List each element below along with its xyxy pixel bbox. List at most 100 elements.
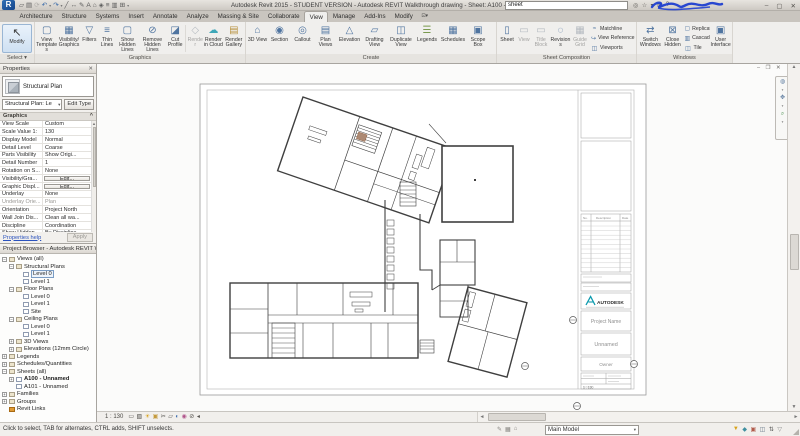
exclude-options-icon[interactable]: ▼ bbox=[733, 426, 739, 433]
revisions-button[interactable]: ◌ Revisions bbox=[550, 23, 571, 54]
show-hidden-lines-button[interactable]: ▢ Show Hidden Lines bbox=[116, 23, 139, 54]
prop-value[interactable]: Coarse bbox=[43, 144, 96, 151]
view-templates-button[interactable]: ▢ View Templates bbox=[36, 23, 57, 54]
detail-level-icon[interactable]: ▧ bbox=[137, 412, 143, 422]
expander-icon[interactable]: + bbox=[9, 339, 14, 345]
close-hidden-button[interactable]: ⊠ Close Hidden bbox=[663, 23, 683, 54]
tree-item-schedules[interactable]: + Schedules/Quantities bbox=[2, 361, 96, 369]
tab-view[interactable]: View bbox=[304, 11, 329, 22]
switch-windows-icon[interactable]: ⊞ bbox=[120, 1, 125, 10]
crop-region-icon[interactable]: ▱ bbox=[168, 412, 173, 422]
edit-type-button[interactable]: Edit Type bbox=[64, 99, 94, 110]
aligned-dimension-icon[interactable]: ↔ bbox=[70, 1, 77, 10]
render-in-cloud-button[interactable]: ☁ Render in Cloud bbox=[203, 23, 223, 54]
tab-manage[interactable]: Manage bbox=[328, 11, 359, 22]
restore-icon[interactable]: ▢ bbox=[776, 2, 782, 10]
chevron-down-icon[interactable]: ▾ bbox=[782, 87, 784, 94]
expander-icon[interactable]: − bbox=[9, 264, 14, 270]
sheet-name-text[interactable]: Unnamed bbox=[594, 342, 617, 348]
3d-view-button[interactable]: ⌂ 3D View bbox=[247, 23, 268, 54]
schedules-button[interactable]: ▦ Schedules bbox=[439, 23, 467, 54]
tree-item-a100[interactable]: + A100 - Unnamed bbox=[2, 376, 96, 384]
property-row[interactable]: Wall Join Dis... Clean all wa... bbox=[0, 214, 96, 222]
tab-modify[interactable]: Modify bbox=[390, 11, 417, 22]
tab-systems[interactable]: Systems bbox=[91, 11, 124, 22]
elevation-button[interactable]: △ Elevation bbox=[337, 23, 362, 54]
properties-help-link[interactable]: Properties help bbox=[3, 235, 41, 241]
windows-panel-label[interactable]: Windows bbox=[637, 54, 732, 63]
visual-style-icon[interactable]: ▭ bbox=[128, 412, 134, 422]
property-row[interactable]: Show Hidden...By Discipline bbox=[0, 229, 96, 232]
redo-icon[interactable]: ↷ bbox=[53, 1, 58, 10]
property-row[interactable]: Orientation Project North bbox=[0, 206, 96, 215]
links-icon[interactable]: ◫ bbox=[760, 426, 766, 433]
plan-views-button[interactable]: ▤ Plan Views bbox=[314, 23, 337, 54]
section-button[interactable]: ◉ Section bbox=[268, 23, 291, 54]
property-row[interactable]: Detail Level Coarse bbox=[0, 143, 96, 152]
prop-value[interactable]: Project North bbox=[43, 206, 96, 213]
expander-icon[interactable]: − bbox=[2, 256, 7, 262]
open-icon[interactable]: ▱ bbox=[19, 1, 24, 10]
scale-control[interactable]: 1 : 130 bbox=[105, 414, 123, 420]
expander-icon[interactable]: + bbox=[9, 376, 14, 382]
tag-icon[interactable]: ✎ bbox=[79, 1, 84, 10]
horizontal-scroll-thumb[interactable] bbox=[488, 413, 546, 421]
type-combo[interactable]: Structural Plan: Le ▾ bbox=[2, 99, 63, 110]
expander-icon[interactable]: − bbox=[9, 286, 14, 292]
search-input[interactable] bbox=[505, 1, 628, 10]
expander-icon[interactable]: + bbox=[9, 346, 14, 352]
tab-collaborate[interactable]: Collaborate bbox=[263, 11, 304, 22]
tree-item-level1[interactable]: Level 1 bbox=[2, 301, 96, 309]
view-window-controls[interactable]: ‒ ❐ ✕ bbox=[757, 65, 783, 71]
analytical-model-icon[interactable]: ⊘ bbox=[189, 412, 194, 422]
binoculars-icon[interactable]: ◎ bbox=[633, 2, 638, 9]
cascade-button[interactable]: ▥ Cascade bbox=[685, 35, 711, 42]
minimize-icon[interactable]: ‒ bbox=[765, 2, 769, 10]
tree-item-groups[interactable]: + Groups bbox=[2, 398, 96, 406]
property-row[interactable]: View Scale Custom bbox=[0, 120, 96, 129]
scroll-down-icon[interactable]: ▼ bbox=[788, 404, 800, 411]
prop-value[interactable]: Clean all wa... bbox=[43, 214, 96, 221]
project-name-text[interactable]: Project Name bbox=[591, 319, 622, 325]
prop-value[interactable]: Show Origi... bbox=[43, 152, 96, 158]
qat-caret-icon[interactable]: ▾ bbox=[127, 1, 129, 10]
resize-grip[interactable] bbox=[793, 429, 799, 435]
prop-value[interactable]: By Discipline bbox=[43, 230, 96, 232]
press-drag-icon[interactable]: ◆ bbox=[742, 426, 747, 433]
tab-add-ins[interactable]: Add-Ins bbox=[360, 11, 390, 22]
type-selector[interactable]: Structural Plan bbox=[2, 76, 94, 97]
design-options-icon[interactable]: ▦ bbox=[505, 426, 511, 433]
tab-annotate[interactable]: Annotate bbox=[148, 11, 182, 22]
tree-item-revit-links[interactable]: Revit Links bbox=[2, 406, 96, 414]
text-icon[interactable]: A bbox=[86, 1, 90, 10]
tree-item-level1[interactable]: Level 1 bbox=[2, 331, 96, 339]
project-browser-header[interactable]: Project Browser - Autodesk REVIT W... ✕ bbox=[0, 244, 96, 254]
property-row[interactable]: Graphic Displ... Edit... bbox=[0, 182, 96, 191]
remove-hidden-lines-button[interactable]: ⊘ Remove Hidden Lines bbox=[139, 23, 166, 54]
property-row[interactable]: Visibility/Gra... Edit... bbox=[0, 175, 96, 183]
duplicate-view-button[interactable]: ◫ Duplicate View bbox=[387, 23, 415, 54]
close-icon[interactable]: ✕ bbox=[791, 2, 796, 10]
edit-button[interactable]: Edit... bbox=[44, 175, 90, 182]
undo-icon[interactable]: ↶ bbox=[42, 1, 47, 10]
pinned-icon[interactable]: ⇅ bbox=[769, 426, 774, 433]
measure-icon[interactable]: ╱ bbox=[65, 1, 69, 10]
tree-item-site[interactable]: Site bbox=[2, 308, 96, 316]
sheet-composition-panel-label[interactable]: Sheet Composition bbox=[497, 54, 636, 63]
switch-windows-button[interactable]: ⇄ Switch Windows bbox=[638, 23, 663, 54]
drafting-view-button[interactable]: ▱ Drafting View bbox=[362, 23, 387, 54]
subscription-icon[interactable]: ☆ bbox=[642, 2, 647, 9]
tree-item-families[interactable]: + Families bbox=[2, 391, 96, 399]
prop-value[interactable]: Normal bbox=[43, 136, 96, 143]
prop-value[interactable]: 1 bbox=[43, 159, 96, 166]
drawing-area[interactable]: AUTODESK No. Description Date Project Na… bbox=[97, 64, 787, 411]
sun-path-icon[interactable]: ☀ bbox=[145, 412, 150, 422]
sheet-button[interactable]: ▯ Sheet bbox=[498, 23, 516, 54]
expander-icon[interactable]: − bbox=[2, 369, 7, 375]
property-row[interactable]: Scale Value 1: 130 bbox=[0, 128, 96, 137]
properties-scrollbar[interactable]: ▲ bbox=[91, 120, 96, 232]
reveal-hidden-icon[interactable]: ◉ bbox=[182, 412, 187, 422]
expander-icon[interactable]: + bbox=[2, 391, 7, 397]
tab-insert[interactable]: Insert bbox=[124, 11, 148, 22]
properties-header[interactable]: Properties ✕ bbox=[0, 64, 96, 74]
